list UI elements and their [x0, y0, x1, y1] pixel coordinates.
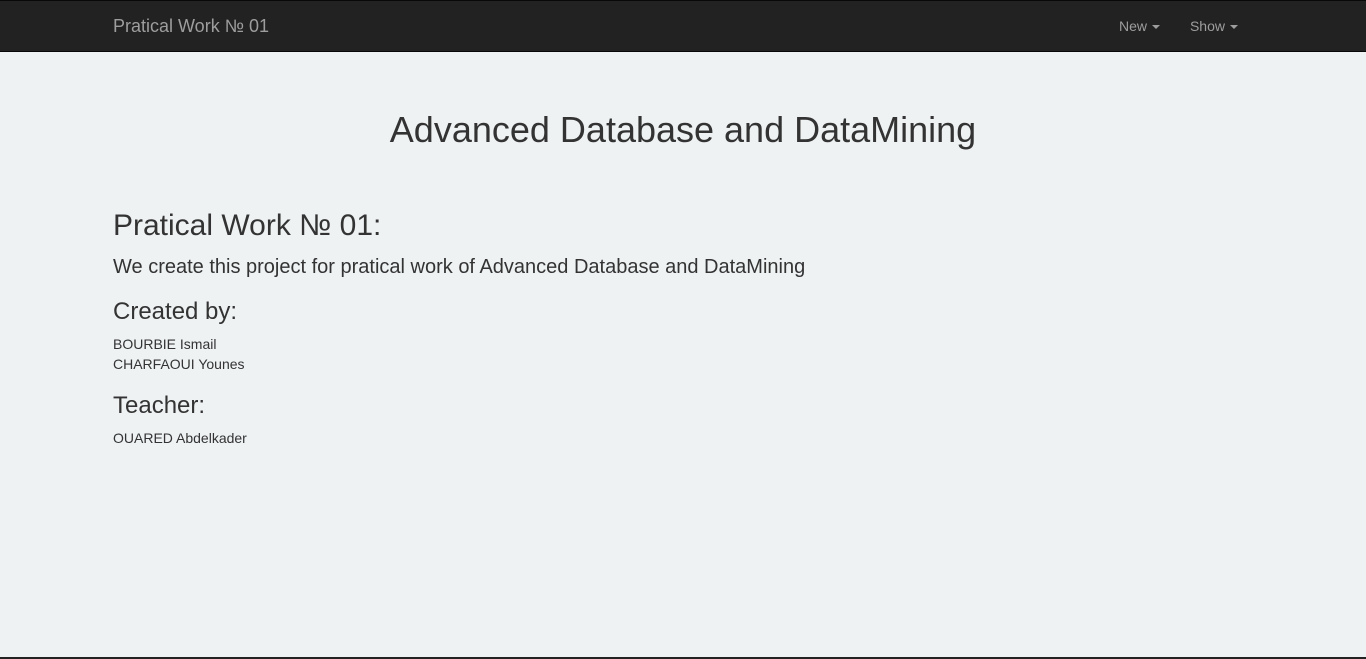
section-title: Pratical Work № 01: [113, 209, 382, 242]
teacher-heading: Teacher: [113, 392, 206, 419]
caret-down-icon [1230, 25, 1238, 29]
top-navbar: Pratical Work № 01 New Show [0, 0, 1366, 52]
main-content: Pratical Work № 01: We create this proje… [113, 207, 1253, 448]
author-name: BOURBIE Ismail [113, 336, 217, 352]
new-dropdown-label: New [1118, 18, 1147, 34]
created-by-heading: Created by: [113, 298, 238, 325]
project-description: We create this project for pratical work… [113, 256, 806, 278]
author-name: CHARFAOUI Younes [113, 356, 245, 372]
teacher-name: OUARED Abdelkader [113, 430, 247, 446]
show-dropdown[interactable]: Show [1175, 1, 1253, 51]
caret-down-icon [1151, 25, 1160, 29]
new-dropdown[interactable]: New [1104, 1, 1175, 51]
show-dropdown-label: Show [1189, 18, 1225, 34]
page-title: Advanced Database and DataMining [389, 109, 977, 150]
authors-list: BOURBIE Ismail CHARFAOUI Younes [113, 334, 1253, 374]
navbar-brand-link[interactable]: Pratical Work № 01 [113, 16, 269, 36]
navbar-menu: New Show [1104, 1, 1253, 51]
